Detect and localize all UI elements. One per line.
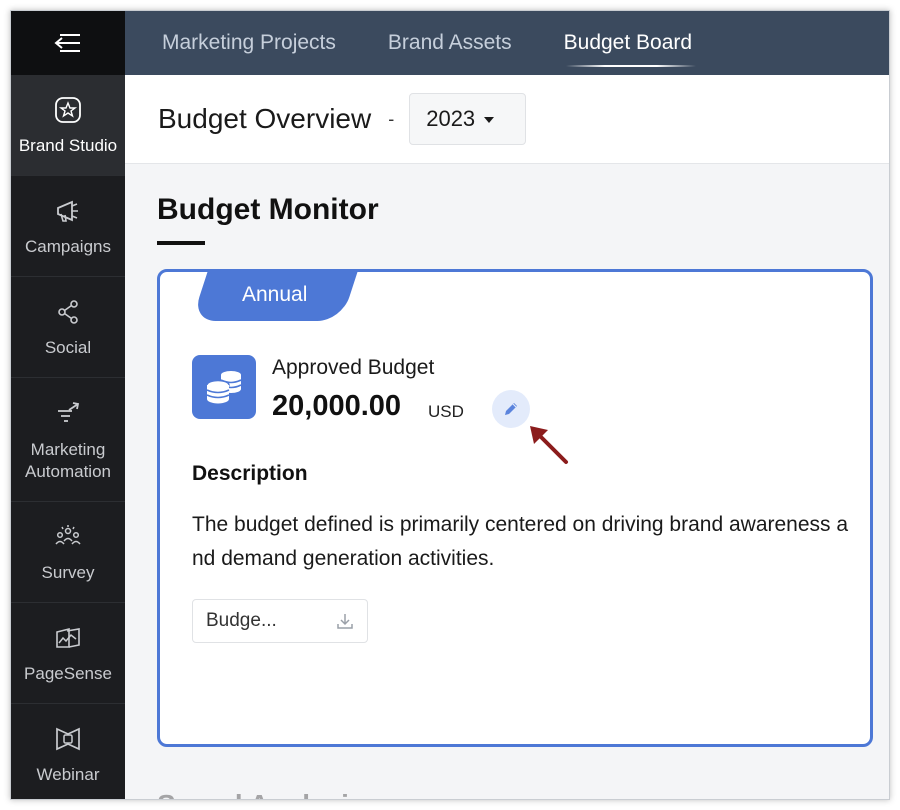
approved-budget-label: Approved Budget [272,356,435,379]
sidebar: Brand Studio Campaigns Social Marketing … [11,11,125,799]
webinar-icon [51,722,85,756]
year-dropdown[interactable]: 2023 [409,93,527,145]
page-title: Budget Overview [158,103,372,134]
sidebar-item-survey[interactable]: Survey [11,502,125,603]
sidebar-item-marketing-automation[interactable]: Marketing Automation [11,378,125,502]
tab-budget-board[interactable]: Budget Board [564,31,697,67]
sidebar-item-label: Campaigns [25,237,111,256]
budget-card: Annual Approved Budget 20,000.00 USD Des… [157,269,873,747]
tab-marketing-projects[interactable]: Marketing Projects [162,31,336,55]
sidebar-item-social[interactable]: Social [11,277,125,378]
edit-budget-button[interactable] [492,390,530,428]
title-separator: - [388,108,395,129]
budget-currency: USD [428,402,464,421]
annual-badge: Annual [191,272,359,321]
sidebar-item-label: PageSense [24,664,112,683]
section-title: Budget Monitor [157,193,379,226]
star-burst-icon [51,93,85,127]
caret-down-icon [484,117,495,123]
sidebar-item-campaigns[interactable]: Campaigns [11,176,125,277]
sidebar-item-webinar[interactable]: Webinar [11,704,125,799]
next-section-title: Spend Analysis [157,789,364,799]
sidebar-item-brand-studio[interactable]: Brand Studio [11,75,125,176]
budget-file-attachment[interactable]: Budge... [192,599,368,643]
top-navigation: Marketing Projects Brand Assets Budget B… [125,11,889,75]
download-icon [337,614,353,629]
share-nodes-icon [51,295,85,329]
description-heading: Description [192,462,308,485]
sidebar-item-label: Brand Studio [18,136,118,155]
app-window: Brand Studio Campaigns Social Marketing … [10,10,890,800]
annual-badge-label: Annual [242,283,308,306]
hamburger-back-icon [54,34,80,52]
description-text: The budget defined is primarily centered… [192,513,849,570]
sidebar-item-label: Marketing Automation [25,439,111,481]
coins-stack-icon [192,355,256,419]
year-dropdown-value: 2023 [426,106,476,131]
sidebar-item-label: Social [44,338,92,357]
sidebar-item-label: Webinar [36,765,100,784]
funnel-arrow-icon [51,397,85,431]
sidebar-item-label: Survey [41,563,95,582]
budget-amount: 20,000.00 [272,390,402,422]
page-sense-icon [51,621,85,655]
megaphone-icon [51,194,85,228]
pencil-icon [505,403,517,415]
sidebar-item-pagesense[interactable]: PageSense [11,603,125,704]
pointer-arrow-icon [530,426,568,464]
menu-toggle-button[interactable] [11,11,125,75]
section-title-underline [157,241,205,245]
page-header: Budget Overview - 2023 [125,75,889,164]
file-name: Budge... [206,610,277,631]
tab-brand-assets[interactable]: Brand Assets [388,31,512,55]
survey-people-icon [51,520,85,554]
